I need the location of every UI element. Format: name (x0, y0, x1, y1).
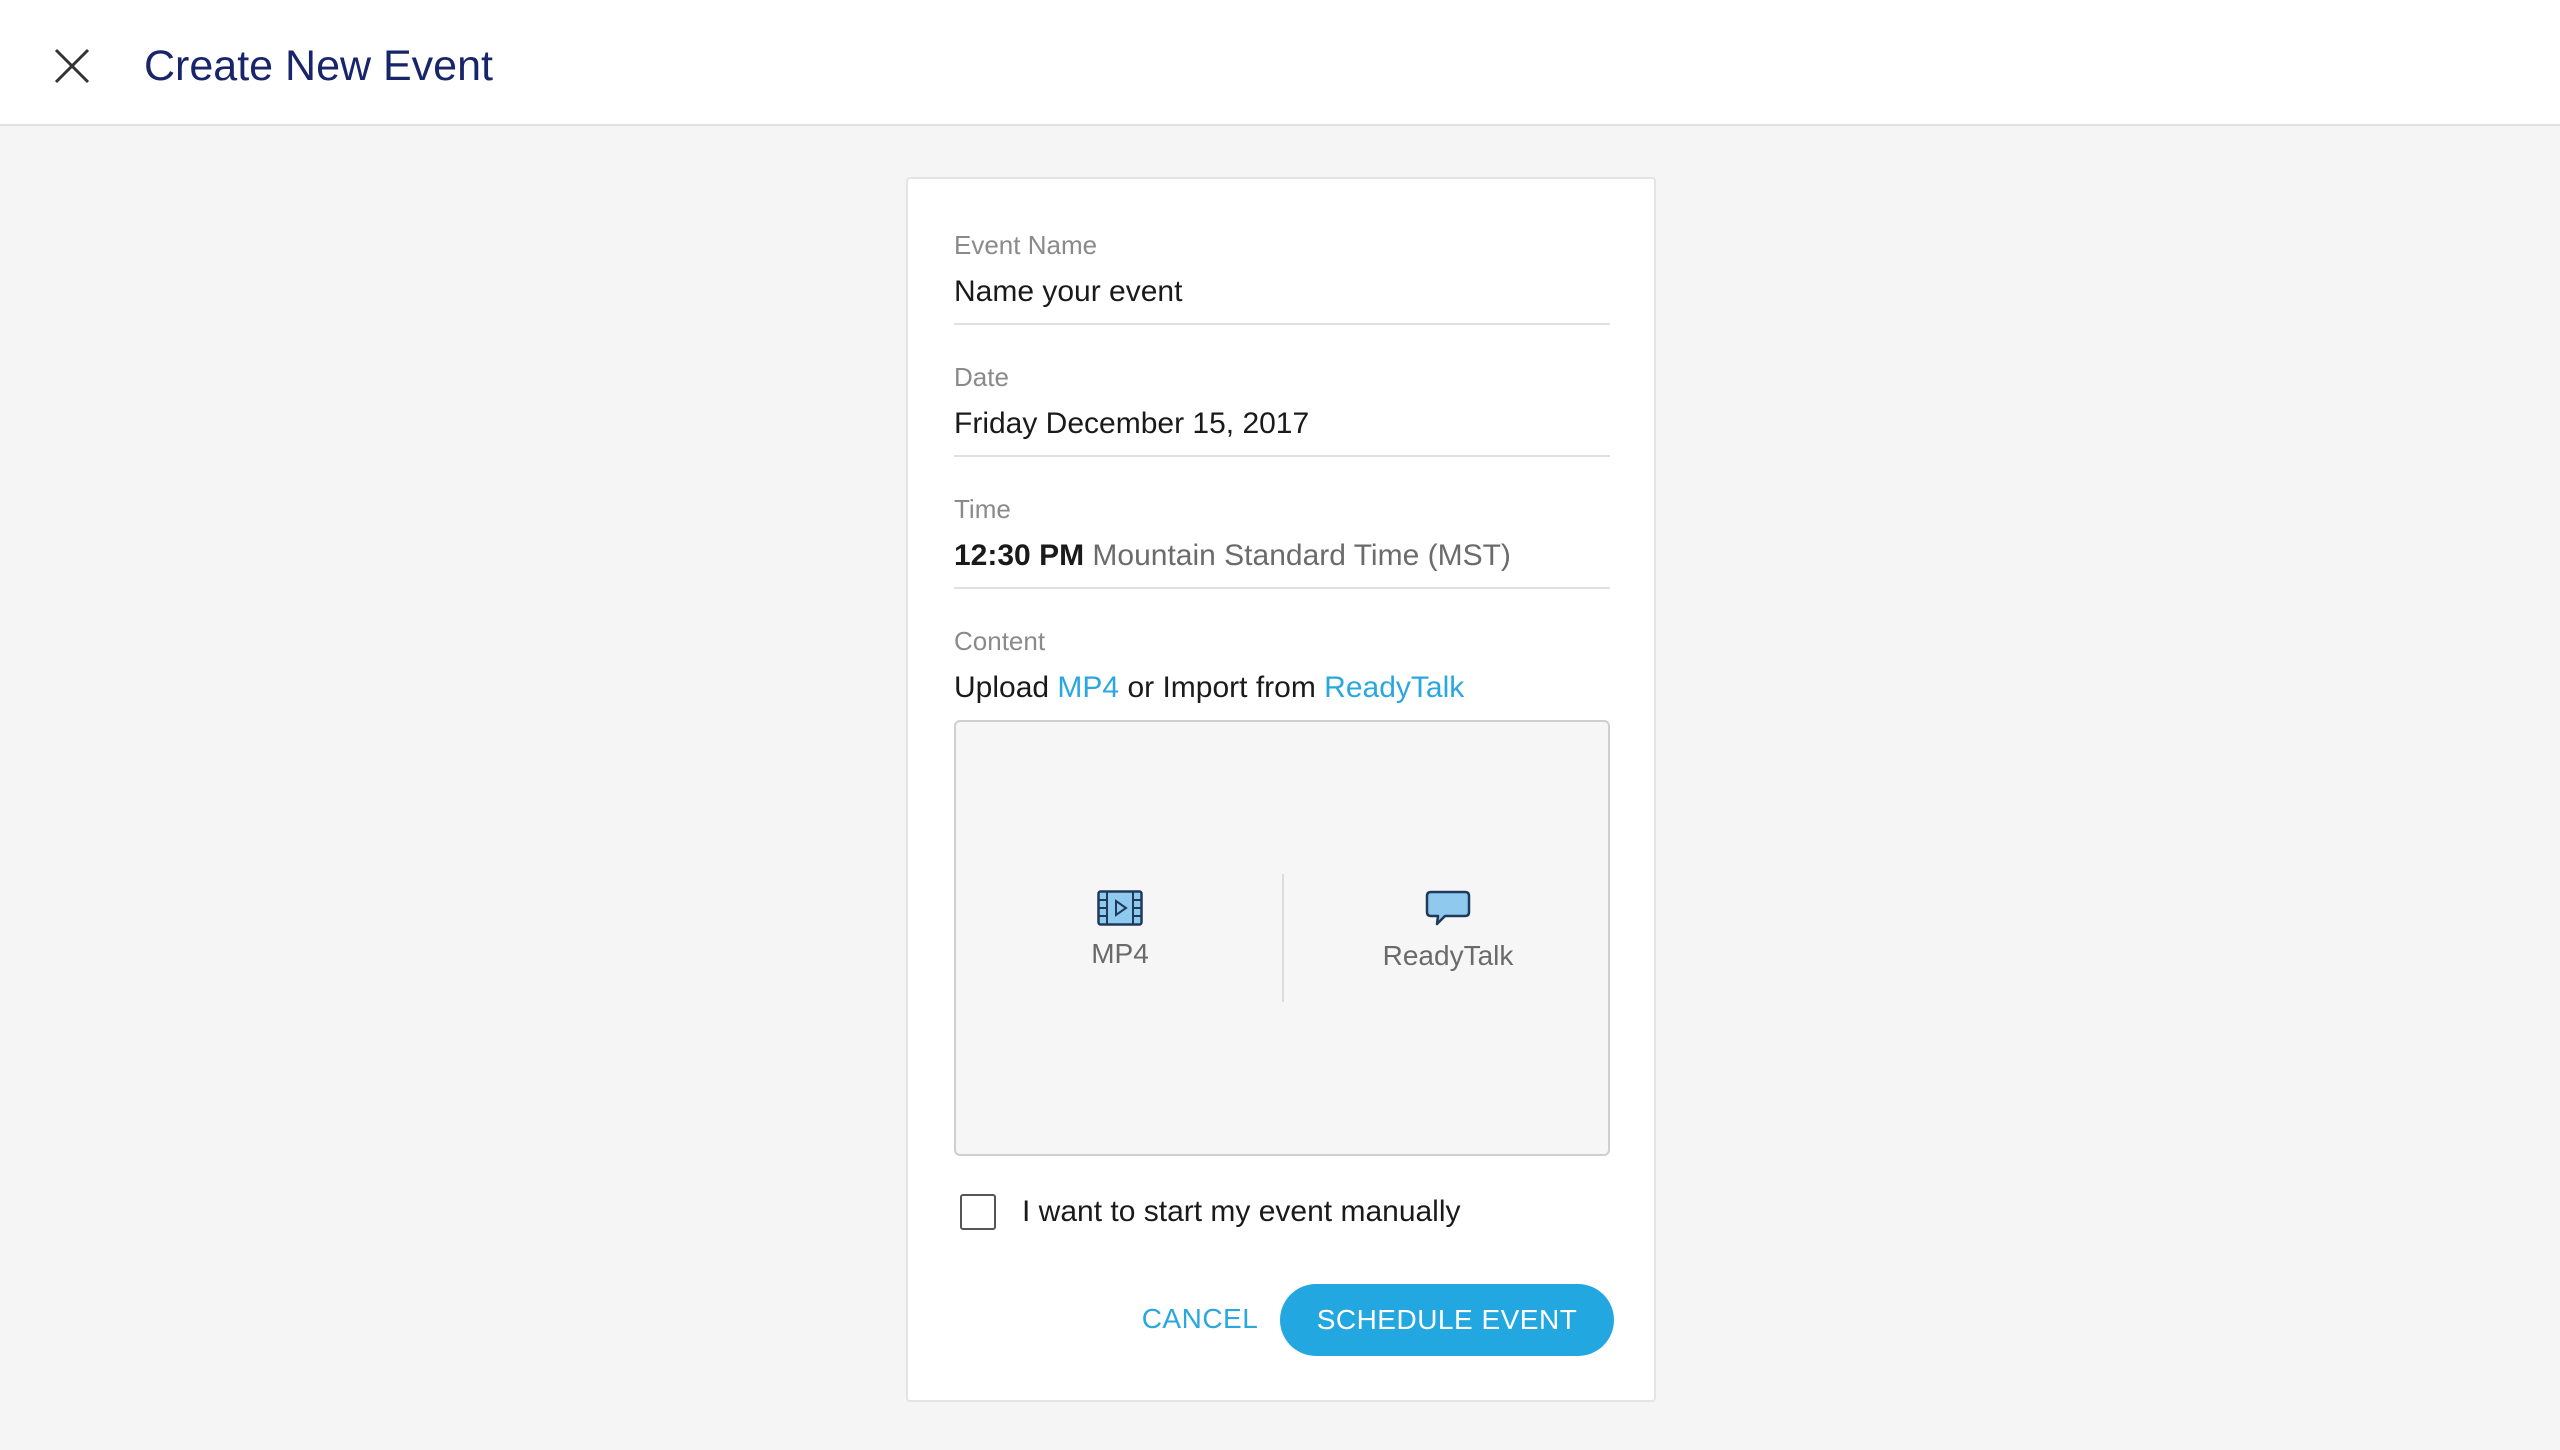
readytalk-link[interactable]: ReadyTalk (1324, 671, 1464, 704)
schedule-event-button[interactable]: SCHEDULE EVENT (1280, 1284, 1614, 1356)
event-name-input[interactable]: Name your event (954, 271, 1610, 313)
content-dropzone[interactable]: MP4 ReadyTalk (954, 720, 1610, 1156)
readytalk-option-label: ReadyTalk (1382, 940, 1514, 971)
mp4-option-label: MP4 (1091, 938, 1149, 969)
film-icon (1097, 890, 1143, 926)
close-icon (54, 48, 90, 84)
dropzone-divider (1282, 874, 1284, 1002)
content-middle: or Import from (1127, 671, 1316, 704)
date-field[interactable]: Date Friday December 15, 2017 (954, 359, 1610, 457)
manual-start-checkbox[interactable] (960, 1194, 996, 1230)
time-input[interactable]: 12:30 PM Mountain Standard Time (MST) (954, 535, 1610, 577)
event-name-label: Event Name (954, 230, 1098, 260)
readytalk-import-option[interactable]: ReadyTalk (1328, 890, 1568, 974)
manual-start-row[interactable]: I want to start my event manually (960, 1192, 1580, 1232)
content-instructions: Upload MP4 or Import from ReadyTalk (954, 667, 1610, 709)
time-label: Time (954, 494, 1011, 524)
app-header: Create New Event (0, 0, 2560, 126)
date-input[interactable]: Friday December 15, 2017 (954, 403, 1610, 445)
speech-bubble-icon (1425, 890, 1471, 926)
time-value: 12:30 PM (954, 539, 1085, 572)
create-event-form: Event Name Name your event Date Friday D… (906, 177, 1656, 1402)
content-prefix: Upload (954, 671, 1050, 704)
content-field: Content Upload MP4 or Import from ReadyT… (954, 623, 1610, 709)
page-title: Create New Event (144, 42, 493, 90)
close-button[interactable] (46, 40, 98, 92)
time-field[interactable]: Time 12:30 PM Mountain Standard Time (MS… (954, 491, 1610, 589)
mp4-link[interactable]: MP4 (1057, 671, 1119, 704)
manual-start-label[interactable]: I want to start my event manually (1022, 1192, 1461, 1232)
date-label: Date (954, 362, 1009, 392)
event-name-field[interactable]: Event Name Name your event (954, 227, 1610, 325)
content-label: Content (954, 626, 1046, 656)
timezone-value: Mountain Standard Time (MST) (1092, 539, 1511, 572)
mp4-upload-option[interactable]: MP4 (1000, 890, 1240, 972)
cancel-button[interactable]: CANCEL (1100, 1284, 1300, 1354)
